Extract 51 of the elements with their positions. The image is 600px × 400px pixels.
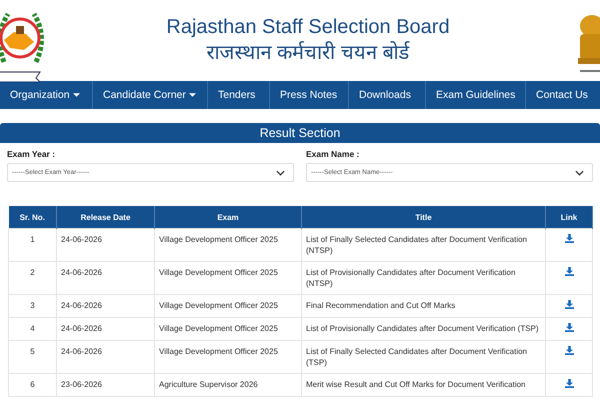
- table-cell: List of Provisionally Candidates after Document Verification (NTSP): [302, 262, 546, 294]
- site-title-hindi: राजस्थान कर्मचारी चयन बोर्ड: [206, 40, 411, 66]
- table-cell: 23-06-2026: [56, 374, 154, 396]
- table-cell: Village Development Officer 2025: [154, 294, 302, 318]
- download-icon[interactable]: [564, 379, 574, 388]
- nav-item[interactable]: Candidate Corner: [93, 81, 208, 109]
- column-header: Link: [546, 206, 592, 228]
- table-cell: 24-06-2026: [56, 318, 154, 340]
- table-cell: Agriculture Supervisor 2026: [154, 374, 302, 396]
- nav-item[interactable]: Downloads: [349, 81, 426, 109]
- table-cell: 5: [8, 340, 56, 374]
- table-cell: List of Finally Selected Candidates after Document Verification (TSP): [302, 340, 546, 374]
- chevron-down-icon: [276, 170, 285, 176]
- table-cell: 24-06-2026: [56, 228, 154, 262]
- table-cell: List of Provisionally Candidates after Document Verification (TSP): [302, 318, 546, 340]
- table-cell: Final Recommendation and Cut Off Marks: [302, 294, 546, 318]
- table-cell: 4: [8, 318, 56, 340]
- table-cell: 24-06-2026: [56, 294, 154, 318]
- download-icon[interactable]: [564, 267, 574, 276]
- column-header: Release Date: [56, 206, 154, 228]
- download-icon[interactable]: [564, 300, 574, 309]
- table-cell: Village Development Officer 2025: [154, 340, 302, 374]
- column-header: Exam: [154, 206, 302, 228]
- table-cell: 24-06-2026: [56, 262, 154, 294]
- filter-label: Exam Name :: [306, 149, 360, 159]
- caret-icon: [188, 93, 196, 97]
- table-cell: 1: [8, 228, 56, 262]
- table-cell: List of Finally Selected Candidates after Document Verification (NTSP): [302, 228, 546, 262]
- table-cell: Village Development Officer 2025: [154, 318, 302, 340]
- table-cell: 24-06-2026: [56, 340, 154, 374]
- site-title: Rajasthan Staff Selection Board: [166, 15, 450, 40]
- column-header: Sr. No.: [8, 206, 56, 228]
- nav-item[interactable]: Organization: [0, 81, 93, 109]
- nav-item[interactable]: Press Notes: [270, 81, 349, 109]
- chevron-down-icon: [575, 170, 584, 176]
- column-header: Title: [302, 206, 546, 228]
- download-icon[interactable]: [564, 323, 574, 332]
- nav-item[interactable]: Exam Guidelines: [426, 81, 526, 109]
- filter-label: Exam Year :: [7, 149, 56, 159]
- table-cell: 6: [8, 374, 56, 396]
- download-icon[interactable]: [564, 234, 574, 243]
- table-cell: Village Development Officer 2025: [154, 262, 302, 294]
- download-icon[interactable]: [564, 346, 574, 355]
- nav-item[interactable]: Contact Us: [526, 81, 600, 109]
- table-cell: Merit wise Result and Cut Off Marks for Document Verification: [302, 374, 546, 396]
- nav-item[interactable]: Tenders: [208, 81, 270, 109]
- section-title: Result Section: [0, 123, 600, 143]
- table-cell: 3: [8, 294, 56, 318]
- table-cell: Village Development Officer 2025: [154, 228, 302, 262]
- caret-icon: [72, 93, 80, 97]
- table-cell: 2: [8, 262, 56, 294]
